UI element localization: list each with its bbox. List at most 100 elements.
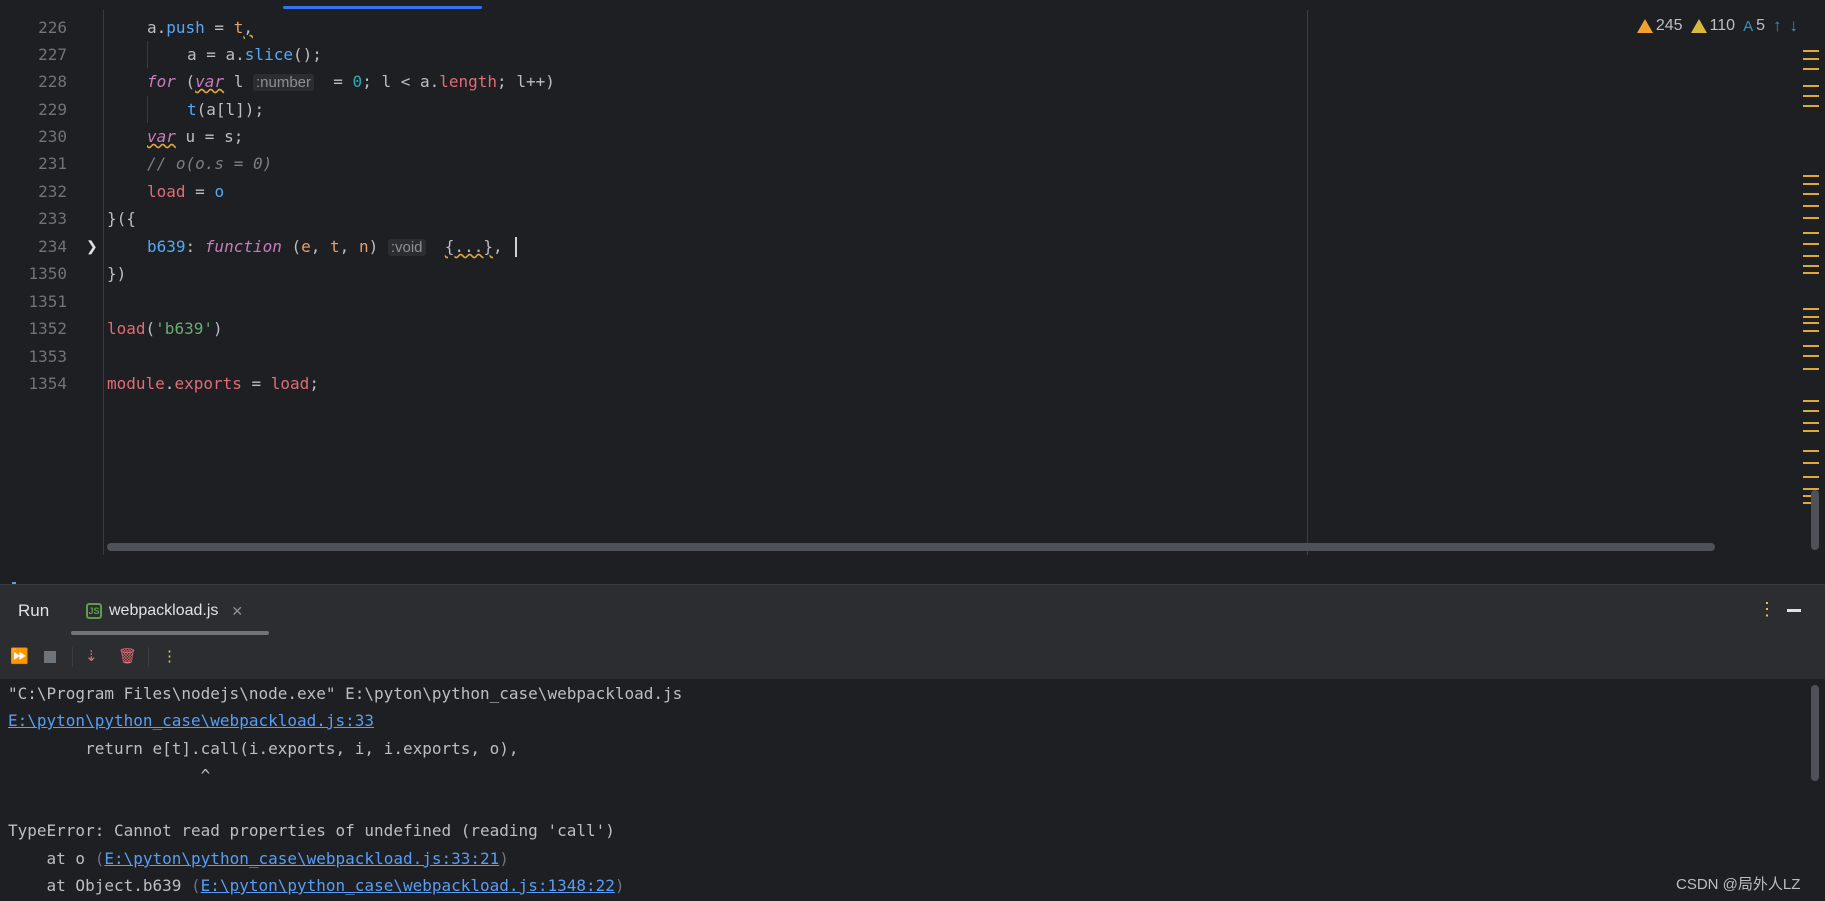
stripe-mark[interactable] — [1803, 183, 1819, 185]
more-options-icon[interactable]: ⋮ — [1758, 599, 1776, 620]
warnings-indicator[interactable]: 110 — [1690, 17, 1735, 35]
stripe-mark[interactable] — [1803, 217, 1819, 219]
stripe-mark[interactable] — [1803, 205, 1819, 207]
line-number: 1350 — [28, 264, 67, 283]
code-token: = — [241, 374, 271, 393]
line-number: 229 — [38, 100, 67, 119]
file-link[interactable]: E:\pyton\python_case\webpackload.js:33 — [8, 711, 374, 730]
stripe-mark[interactable] — [1803, 95, 1819, 97]
line-number-gutter[interactable]: 226 227 228 229 230 231 232 233 234 1350 1351 1352 1… — [5, 10, 104, 555]
console-line: ^ — [8, 762, 211, 789]
console-output[interactable]: "C:\Program Files\nodejs\node.exe" E:\py… — [0, 681, 1810, 901]
stripe-mark[interactable] — [1803, 308, 1819, 310]
code-token: ; l < a. — [362, 72, 440, 91]
stripe-mark[interactable] — [1803, 50, 1819, 52]
line-number: 230 — [38, 127, 67, 146]
stripe-mark[interactable] — [1803, 316, 1819, 318]
rerun-icon[interactable]: ⏩ — [10, 647, 29, 665]
stripe-mark[interactable] — [1803, 272, 1819, 274]
code-line[interactable]: a = a.slice(); — [187, 41, 322, 68]
code-token: = — [185, 182, 215, 201]
minimize-icon[interactable] — [1787, 609, 1801, 612]
scroll-to-end-icon[interactable]: ⇣ — [85, 647, 98, 665]
stripe-mark[interactable] — [1803, 85, 1819, 87]
line-number: 234 — [38, 237, 67, 256]
editor-vertical-scrollbar[interactable] — [1811, 490, 1819, 550]
code-area[interactable]: a.push = t, a = a.slice(); for (var l :num… — [104, 10, 1784, 555]
clear-all-icon[interactable]: 🗑 — [118, 647, 137, 665]
stripe-mark[interactable] — [1803, 450, 1819, 452]
file-link[interactable]: E:\pyton\python_case\webpackload.js:33:2… — [104, 849, 499, 868]
code-token: 'b639' — [155, 319, 213, 338]
code-line[interactable]: module.exports = load; — [107, 370, 319, 397]
typos-indicator[interactable]: A 5 — [1743, 17, 1765, 35]
stripe-mark[interactable] — [1803, 105, 1819, 107]
stripe-mark[interactable] — [1803, 175, 1819, 177]
stripe-mark[interactable] — [1803, 255, 1819, 257]
fold-expand-icon[interactable]: ❯ — [86, 238, 98, 255]
stripe-mark[interactable] — [1803, 322, 1819, 324]
code-token: push — [166, 18, 205, 37]
editor-horizontal-scrollbar[interactable] — [107, 543, 1715, 551]
code-line[interactable]: // o(o.s = 0) — [147, 150, 272, 177]
code-token: 0 — [352, 72, 363, 91]
code-token: load — [270, 374, 310, 393]
stripe-mark[interactable] — [1803, 68, 1819, 70]
line-number: 232 — [38, 182, 67, 201]
stripe-mark[interactable] — [1803, 476, 1819, 478]
tab-webpackload[interactable]: JS webpackload.js ✕ — [86, 600, 243, 622]
stripe-mark[interactable] — [1803, 410, 1819, 412]
code-token: ; l++) — [497, 72, 555, 91]
code-token: (); — [292, 45, 322, 64]
previous-highlight-icon[interactable]: ↑ — [1773, 16, 1782, 36]
stripe-mark[interactable] — [1803, 58, 1819, 60]
code-token: for — [147, 72, 176, 91]
console-scrollbar[interactable] — [1811, 685, 1819, 781]
file-link[interactable]: E:\pyton\python_case\webpackload.js:1348… — [201, 876, 615, 895]
stripe-mark[interactable] — [1803, 422, 1819, 424]
code-token: . — [164, 374, 175, 393]
code-line[interactable]: a.push = t, — [147, 14, 253, 41]
code-line[interactable]: load = o — [147, 178, 224, 205]
code-token: :void — [387, 239, 426, 256]
stripe-mark[interactable] — [1803, 193, 1819, 195]
code-line[interactable]: b639: function (e, t, n) :void {...}, — [147, 233, 503, 260]
right-margin-guide — [1307, 10, 1308, 555]
error-stripe[interactable] — [1803, 50, 1819, 555]
code-token: b639 — [147, 237, 186, 256]
stripe-mark[interactable] — [1803, 430, 1819, 432]
code-line[interactable]: }({ — [107, 205, 136, 232]
stripe-mark[interactable] — [1803, 462, 1819, 464]
code-token: = — [204, 18, 234, 37]
stripe-mark[interactable] — [1803, 355, 1819, 357]
code-token: t — [233, 18, 244, 37]
stripe-mark[interactable] — [1803, 232, 1819, 234]
stripe-mark[interactable] — [1803, 345, 1819, 347]
line-number: 1354 — [28, 374, 67, 393]
stripe-mark[interactable] — [1803, 400, 1819, 402]
code-token: ( — [175, 72, 196, 91]
errors-indicator[interactable]: 245 — [1636, 17, 1683, 35]
code-editor[interactable]: 226 227 228 229 230 231 232 233 234 1350 1351 1352 1… — [0, 0, 1825, 583]
console-text: ^ — [8, 766, 211, 785]
stripe-mark[interactable] — [1803, 265, 1819, 267]
stripe-mark[interactable] — [1803, 368, 1819, 370]
toolbar-separator — [148, 647, 149, 667]
close-icon[interactable]: ✕ — [231, 603, 243, 620]
code-line[interactable]: }) — [107, 260, 126, 287]
code-line[interactable]: for (var l :number = 0; l < a.length; l+… — [147, 68, 555, 95]
code-token: function — [204, 237, 282, 256]
inspection-widget[interactable]: 245 110 A 5 ↑ ↓ — [1636, 15, 1799, 37]
stripe-mark[interactable] — [1803, 330, 1819, 332]
code-token: n — [358, 237, 369, 256]
code-line[interactable]: t(a[l]); — [187, 96, 264, 123]
stripe-mark[interactable] — [1803, 243, 1819, 245]
toolbar-more-icon[interactable]: ⋮ — [162, 647, 177, 665]
code-token: load — [107, 319, 146, 338]
code-token: t — [330, 237, 340, 256]
code-line[interactable]: load('b639') — [107, 315, 223, 342]
code-line[interactable]: var u = s; — [147, 123, 243, 150]
stop-icon[interactable] — [44, 651, 56, 663]
next-highlight-icon[interactable]: ↓ — [1790, 16, 1799, 36]
